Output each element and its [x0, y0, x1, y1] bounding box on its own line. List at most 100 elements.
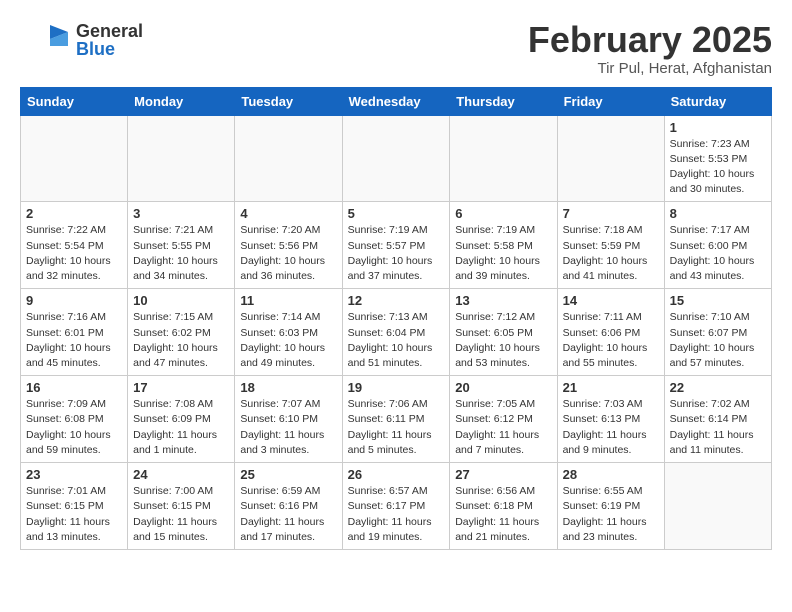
day-info: Sunrise: 7:00 AM Sunset: 6:15 PM Dayligh… [133, 484, 229, 545]
calendar-week-row: 9 Sunrise: 7:16 AM Sunset: 6:01 PM Daylig… [21, 289, 772, 376]
day-number: 13 [455, 293, 551, 308]
day-info: Sunrise: 7:14 AM Sunset: 6:03 PM Dayligh… [240, 310, 336, 371]
day-info: Sunrise: 7:19 AM Sunset: 5:57 PM Dayligh… [348, 223, 445, 284]
calendar-cell [342, 115, 450, 202]
day-number: 20 [455, 380, 551, 395]
calendar-header-row: SundayMondayTuesdayWednesdayThursdayFrid… [21, 87, 772, 115]
page-header: General Blue February 2025 Tir Pul, Hera… [20, 20, 772, 77]
day-number: 12 [348, 293, 445, 308]
calendar-cell: 10Sunrise: 7:15 AM Sunset: 6:02 PM Dayli… [128, 289, 235, 376]
calendar-cell [235, 115, 342, 202]
logo: General Blue [20, 20, 143, 60]
day-number: 19 [348, 380, 445, 395]
day-number: 9 [26, 293, 122, 308]
weekday-header: Saturday [664, 87, 771, 115]
calendar-cell: 18 Sunrise: 7:07 AM Sunset: 6:10 PM Dayli… [235, 376, 342, 463]
weekday-header: Friday [557, 87, 664, 115]
day-number: 14 [563, 293, 659, 308]
day-info: Sunrise: 7:15 AM Sunset: 6:02 PM Dayligh… [133, 310, 229, 371]
calendar-week-row: 2 Sunrise: 7:22 AM Sunset: 5:54 PM Daylig… [21, 202, 772, 289]
calendar-cell: 22 Sunrise: 7:02 AM Sunset: 6:14 PM Dayli… [664, 376, 771, 463]
day-number: 21 [563, 380, 659, 395]
day-info: Sunrise: 7:12 AM Sunset: 6:05 PM Dayligh… [455, 310, 551, 371]
day-info: Sunrise: 7:21 AM Sunset: 5:55 PM Dayligh… [133, 223, 229, 284]
calendar-table: SundayMondayTuesdayWednesdayThursdayFrid… [20, 87, 772, 550]
calendar-cell: 14Sunrise: 7:11 AM Sunset: 6:06 PM Dayli… [557, 289, 664, 376]
calendar-cell: 6 Sunrise: 7:19 AM Sunset: 5:58 PM Daylig… [450, 202, 557, 289]
day-info: Sunrise: 7:08 AM Sunset: 6:09 PM Dayligh… [133, 397, 229, 458]
day-info: Sunrise: 7:06 AM Sunset: 6:11 PM Dayligh… [348, 397, 445, 458]
calendar-cell: 24 Sunrise: 7:00 AM Sunset: 6:15 PM Dayli… [128, 463, 235, 550]
month-title: February 2025 [528, 20, 772, 60]
day-number: 26 [348, 467, 445, 482]
day-number: 2 [26, 206, 122, 221]
day-number: 11 [240, 293, 336, 308]
day-info: Sunrise: 7:22 AM Sunset: 5:54 PM Dayligh… [26, 223, 122, 284]
day-info: Sunrise: 7:13 AM Sunset: 6:04 PM Dayligh… [348, 310, 445, 371]
day-number: 25 [240, 467, 336, 482]
weekday-header: Wednesday [342, 87, 450, 115]
day-info: Sunrise: 7:03 AM Sunset: 6:13 PM Dayligh… [563, 397, 659, 458]
calendar-cell [21, 115, 128, 202]
day-number: 8 [670, 206, 766, 221]
calendar-cell: 8 Sunrise: 7:17 AM Sunset: 6:00 PM Daylig… [664, 202, 771, 289]
day-number: 22 [670, 380, 766, 395]
day-number: 15 [670, 293, 766, 308]
day-info: Sunrise: 7:07 AM Sunset: 6:10 PM Dayligh… [240, 397, 336, 458]
calendar-cell: 3Sunrise: 7:21 AM Sunset: 5:55 PM Daylig… [128, 202, 235, 289]
calendar-cell: 25 Sunrise: 6:59 AM Sunset: 6:16 PM Dayli… [235, 463, 342, 550]
calendar-cell: 13 Sunrise: 7:12 AM Sunset: 6:05 PM Dayli… [450, 289, 557, 376]
day-info: Sunrise: 6:59 AM Sunset: 6:16 PM Dayligh… [240, 484, 336, 545]
day-number: 1 [670, 120, 766, 135]
day-number: 5 [348, 206, 445, 221]
weekday-header: Monday [128, 87, 235, 115]
day-info: Sunrise: 6:57 AM Sunset: 6:17 PM Dayligh… [348, 484, 445, 545]
calendar-cell: 23Sunrise: 7:01 AM Sunset: 6:15 PM Dayli… [21, 463, 128, 550]
calendar-cell: 5 Sunrise: 7:19 AM Sunset: 5:57 PM Daylig… [342, 202, 450, 289]
calendar-cell [450, 115, 557, 202]
calendar-cell: 19 Sunrise: 7:06 AM Sunset: 6:11 PM Dayli… [342, 376, 450, 463]
location-title: Tir Pul, Herat, Afghanistan [528, 60, 772, 77]
title-block: February 2025 Tir Pul, Herat, Afghanista… [528, 20, 772, 77]
day-info: Sunrise: 6:56 AM Sunset: 6:18 PM Dayligh… [455, 484, 551, 545]
calendar-week-row: 1 Sunrise: 7:23 AM Sunset: 5:53 PM Daylig… [21, 115, 772, 202]
day-info: Sunrise: 7:19 AM Sunset: 5:58 PM Dayligh… [455, 223, 551, 284]
calendar-cell: 17 Sunrise: 7:08 AM Sunset: 6:09 PM Dayli… [128, 376, 235, 463]
weekday-header: Sunday [21, 87, 128, 115]
weekday-header: Thursday [450, 87, 557, 115]
day-info: Sunrise: 7:10 AM Sunset: 6:07 PM Dayligh… [670, 310, 766, 371]
day-number: 16 [26, 380, 122, 395]
calendar-cell: 27 Sunrise: 6:56 AM Sunset: 6:18 PM Dayli… [450, 463, 557, 550]
day-number: 24 [133, 467, 229, 482]
logo-blue: Blue [76, 40, 143, 58]
calendar-week-row: 23Sunrise: 7:01 AM Sunset: 6:15 PM Dayli… [21, 463, 772, 550]
day-number: 7 [563, 206, 659, 221]
day-number: 18 [240, 380, 336, 395]
calendar-cell: 11 Sunrise: 7:14 AM Sunset: 6:03 PM Dayli… [235, 289, 342, 376]
calendar-cell: 1 Sunrise: 7:23 AM Sunset: 5:53 PM Daylig… [664, 115, 771, 202]
day-number: 23 [26, 467, 122, 482]
day-info: Sunrise: 6:55 AM Sunset: 6:19 PM Dayligh… [563, 484, 659, 545]
calendar-cell [128, 115, 235, 202]
logo-general: General [76, 22, 143, 40]
calendar-cell: 2 Sunrise: 7:22 AM Sunset: 5:54 PM Daylig… [21, 202, 128, 289]
day-info: Sunrise: 7:18 AM Sunset: 5:59 PM Dayligh… [563, 223, 659, 284]
logo-text: General Blue [76, 22, 143, 58]
calendar-cell: 16 Sunrise: 7:09 AM Sunset: 6:08 PM Dayli… [21, 376, 128, 463]
day-info: Sunrise: 7:05 AM Sunset: 6:12 PM Dayligh… [455, 397, 551, 458]
calendar-cell: 28Sunrise: 6:55 AM Sunset: 6:19 PM Dayli… [557, 463, 664, 550]
calendar-cell: 20 Sunrise: 7:05 AM Sunset: 6:12 PM Dayli… [450, 376, 557, 463]
day-info: Sunrise: 7:17 AM Sunset: 6:00 PM Dayligh… [670, 223, 766, 284]
day-number: 4 [240, 206, 336, 221]
day-info: Sunrise: 7:23 AM Sunset: 5:53 PM Dayligh… [670, 137, 766, 198]
calendar-cell [557, 115, 664, 202]
calendar-cell [664, 463, 771, 550]
calendar-cell: 7 Sunrise: 7:18 AM Sunset: 5:59 PM Daylig… [557, 202, 664, 289]
day-info: Sunrise: 7:09 AM Sunset: 6:08 PM Dayligh… [26, 397, 122, 458]
day-info: Sunrise: 7:02 AM Sunset: 6:14 PM Dayligh… [670, 397, 766, 458]
day-number: 6 [455, 206, 551, 221]
day-info: Sunrise: 7:16 AM Sunset: 6:01 PM Dayligh… [26, 310, 122, 371]
day-number: 17 [133, 380, 229, 395]
weekday-header: Tuesday [235, 87, 342, 115]
day-number: 27 [455, 467, 551, 482]
